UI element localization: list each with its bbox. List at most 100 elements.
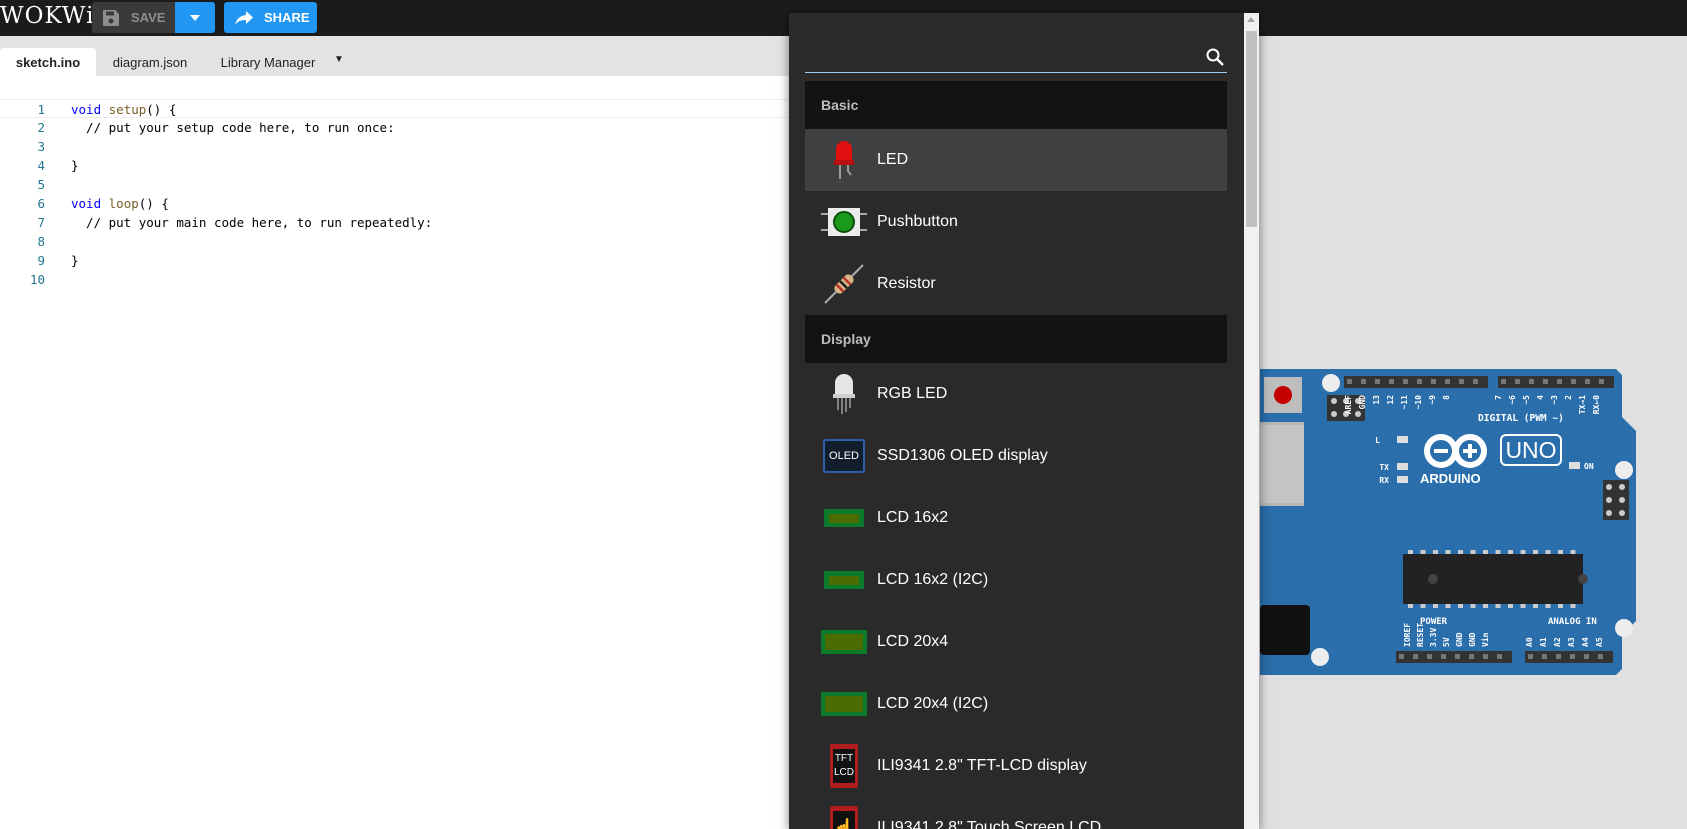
oled-icon-text: OLED	[823, 439, 865, 473]
led-rx-label: RX	[1379, 476, 1389, 485]
touch-lcd-icon: ☝	[821, 805, 867, 829]
lcd-icon	[821, 557, 867, 603]
part-item-pushbutton[interactable]: Pushbutton	[805, 191, 1227, 253]
pin-label: 5V	[1442, 637, 1451, 647]
part-name: ILI9341 2.8" TFT-LCD display	[877, 757, 1087, 774]
arduino-uno-board[interactable]: AREF GND 13 12 ~11 ~10 ~9 8 7 ~6 ~5 4 ~3 2 TX→1 RX←0 IO…	[1260, 369, 1636, 675]
header-pin[interactable]	[1361, 379, 1366, 384]
header-pin[interactable]	[1417, 379, 1422, 384]
header-pin[interactable]	[1403, 379, 1408, 384]
chip-pin	[1470, 604, 1476, 608]
led-tx-label: TX	[1379, 463, 1389, 472]
header-pin[interactable]	[1445, 379, 1450, 384]
header-pin[interactable]	[1431, 379, 1436, 384]
header-pin[interactable]	[1501, 379, 1506, 384]
chip-pin	[1533, 604, 1538, 608]
part-item-lcd-16x2-i2c[interactable]: LCD 16x2 (I2C)	[805, 549, 1227, 611]
code-line: 7 // put your main code here, to run rep…	[0, 213, 790, 232]
pin-label: RX←0	[1592, 395, 1601, 414]
header-pin[interactable]	[1473, 379, 1478, 384]
header-pin[interactable]	[1413, 654, 1418, 659]
line-number: 7	[37, 215, 45, 230]
add-part-picker: Basic LED Pushbutton Resistor Display RG	[789, 13, 1259, 829]
header-pin[interactable]	[1459, 379, 1464, 384]
save-options-button[interactable]	[175, 2, 215, 33]
header-pin[interactable]	[1469, 654, 1474, 659]
header-pin[interactable]	[1375, 379, 1380, 384]
header-pin[interactable]	[1542, 654, 1547, 659]
header-pin[interactable]	[1543, 379, 1548, 384]
header-pin[interactable]	[1389, 379, 1394, 384]
search-icon[interactable]	[1205, 47, 1225, 67]
code-line: 8	[0, 232, 790, 251]
header-pin[interactable]	[1585, 379, 1590, 384]
code-text: }	[71, 158, 79, 173]
part-item-ili9341-tft[interactable]: TFT LCD ILI9341 2.8" TFT-LCD display	[805, 735, 1227, 797]
header-pin[interactable]	[1556, 654, 1561, 659]
part-item-led[interactable]: LED	[805, 129, 1227, 191]
picker-scrollbar[interactable]	[1244, 13, 1259, 829]
part-item-rgb-led[interactable]: RGB LED	[805, 363, 1227, 425]
header-pin[interactable]	[1557, 379, 1562, 384]
analog-label: ANALOG IN	[1548, 617, 1597, 627]
part-item-resistor[interactable]: Resistor	[805, 253, 1227, 315]
header-pin[interactable]	[1598, 654, 1603, 659]
tabs-menu-caret-icon[interactable]: ▼	[334, 54, 344, 65]
pin-label: 2	[1564, 395, 1573, 400]
header-pin[interactable]	[1427, 654, 1432, 659]
tab-library-manager[interactable]: Library Manager	[204, 48, 332, 76]
part-name: SSD1306 OLED display	[877, 447, 1048, 464]
header-pin[interactable]	[1455, 654, 1460, 659]
header-pin[interactable]	[1483, 654, 1488, 659]
part-item-lcd-16x2[interactable]: LCD 16x2	[805, 487, 1227, 549]
header-pin[interactable]	[1497, 654, 1502, 659]
code-text: // put your setup code here, to run once…	[71, 120, 395, 135]
save-button[interactable]: SAVE	[92, 2, 175, 33]
digital-label: DIGITAL (PWM ~)	[1478, 413, 1564, 424]
header-pin[interactable]	[1599, 379, 1604, 384]
arduino-brand: ARDUINO	[1420, 471, 1481, 486]
atmega-chip	[1403, 550, 1588, 608]
tab-sketch-ino[interactable]: sketch.ino	[0, 48, 96, 76]
wokwi-logo[interactable]: WOKWi	[0, 3, 94, 29]
part-search	[805, 27, 1227, 73]
chip-pin	[1408, 550, 1413, 554]
header-pin[interactable]	[1399, 654, 1404, 659]
part-item-lcd-20x4-i2c[interactable]: LCD 20x4 (I2C)	[805, 673, 1227, 735]
oled-icon: OLED	[821, 433, 867, 479]
header-pin[interactable]	[1570, 654, 1575, 659]
line-number: 5	[37, 177, 45, 192]
header-pin[interactable]	[1571, 379, 1576, 384]
code-line: 4 }	[0, 156, 790, 175]
pin-label: 4	[1536, 395, 1545, 400]
reset-button[interactable]	[1264, 377, 1302, 413]
part-name: LCD 20x4	[877, 633, 949, 650]
header-pin[interactable]	[1528, 654, 1533, 659]
part-item-ili9341-touch[interactable]: ☝ ILI9341 2.8" Touch Screen LCD	[805, 797, 1227, 829]
header-pin[interactable]	[1347, 379, 1352, 384]
chip-pin	[1458, 604, 1463, 608]
chip-pin	[1470, 550, 1476, 554]
tab-diagram-json[interactable]: diagram.json	[96, 48, 204, 76]
header-pin[interactable]	[1441, 654, 1446, 659]
scroll-thumb[interactable]	[1246, 31, 1257, 227]
led-icon	[821, 137, 867, 183]
pin-label: A2	[1553, 637, 1562, 647]
header-pin[interactable]	[1529, 379, 1534, 384]
part-name: Resistor	[877, 275, 936, 292]
line-number: 2	[37, 120, 45, 135]
code-editor[interactable]: 1 void setup() { 2 // put your setup cod…	[0, 76, 790, 829]
code-line: 2 // put your setup code here, to run on…	[0, 118, 790, 137]
part-item-ssd1306-oled[interactable]: OLED SSD1306 OLED display	[805, 425, 1227, 487]
file-tabs: sketch.ino diagram.json Library Manager …	[0, 36, 790, 76]
pin-label: ~11	[1400, 395, 1409, 410]
line-number: 9	[37, 253, 45, 268]
part-search-input[interactable]	[805, 27, 1195, 71]
chip-pin	[1533, 550, 1538, 554]
header-pin[interactable]	[1515, 379, 1520, 384]
part-item-lcd-20x4[interactable]: LCD 20x4	[805, 611, 1227, 673]
code-text: void loop() {	[71, 196, 169, 211]
header-pin[interactable]	[1584, 654, 1589, 659]
share-button[interactable]: SHARE	[224, 2, 317, 33]
scroll-up-arrow-icon[interactable]	[1247, 17, 1255, 22]
